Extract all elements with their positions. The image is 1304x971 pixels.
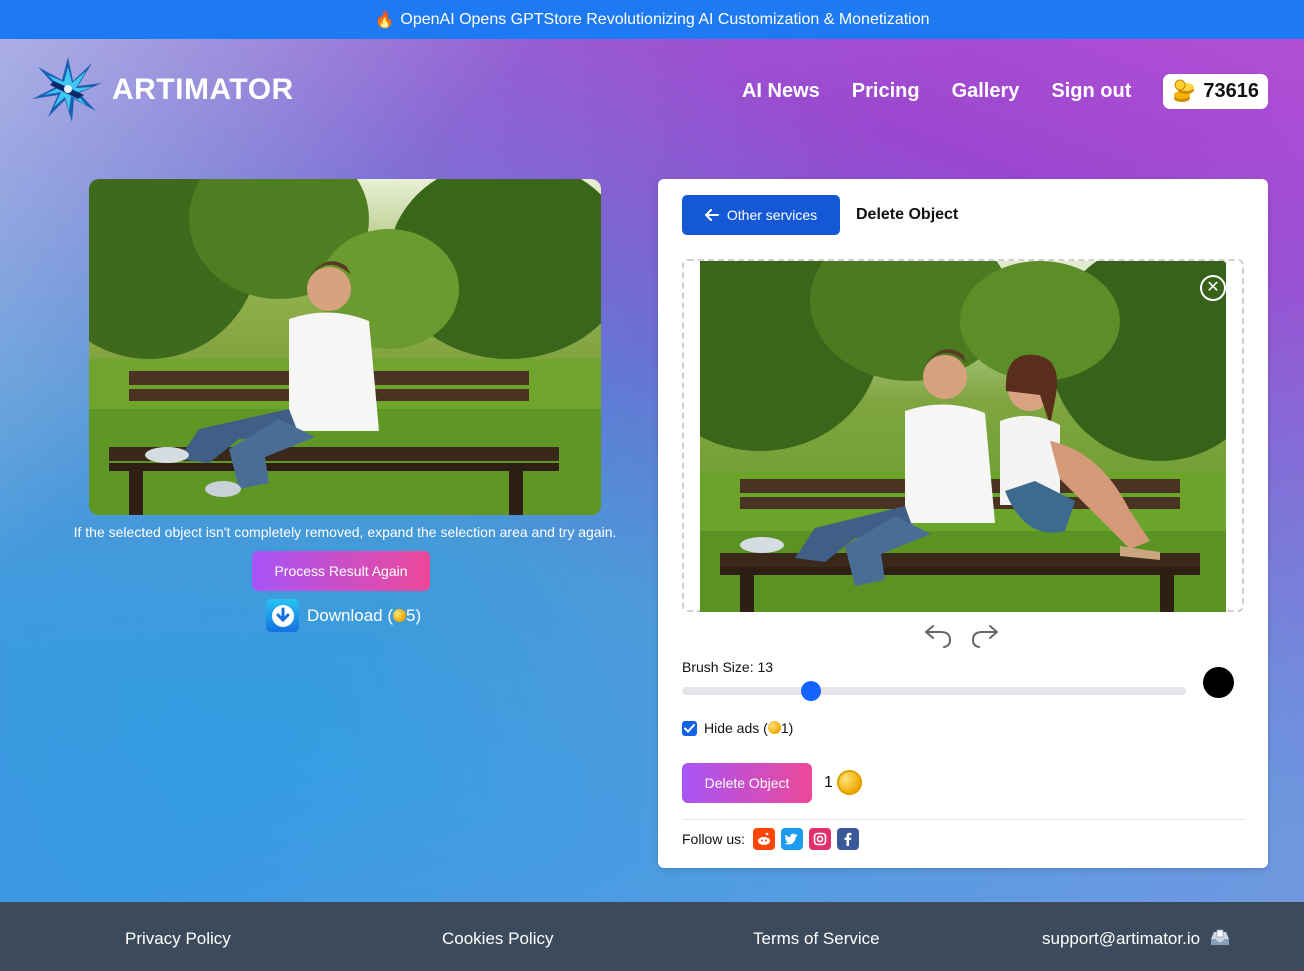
delete-cost-value: 1: [824, 773, 833, 791]
privacy-policy-link[interactable]: Privacy Policy: [125, 929, 231, 949]
footer: Privacy Policy Cookies Policy Terms of S…: [0, 902, 1304, 971]
editor-title: Delete Object: [856, 206, 959, 223]
editor-card: Other services Delete Object ✕ Brush Siz…: [658, 179, 1268, 868]
nav-gallery[interactable]: Gallery: [952, 73, 1020, 109]
other-services-button[interactable]: Other services: [682, 195, 840, 235]
logo-burst-icon: [32, 57, 102, 122]
coin-icon: [393, 608, 406, 622]
redo-icon[interactable]: [970, 620, 1000, 648]
result-photo: [89, 179, 601, 515]
divider: [682, 819, 1244, 820]
hide-ads-label: Hide ads (: [704, 720, 768, 736]
result-hint: If the selected object isn't completely …: [73, 524, 617, 540]
coin-balance[interactable]: 73616: [1163, 73, 1268, 109]
edit-canvas[interactable]: [700, 261, 1226, 612]
fire-icon: 🔥: [374, 11, 395, 29]
nav-pricing[interactable]: Pricing: [852, 73, 920, 109]
image-dropzone[interactable]: ✕: [682, 259, 1244, 612]
hide-ads-option[interactable]: Hide ads ( 1): [682, 720, 793, 736]
hide-ads-checkbox[interactable]: [682, 720, 697, 736]
terms-of-service-link[interactable]: Terms of Service: [753, 929, 880, 949]
brush-size-slider[interactable]: [682, 687, 1186, 695]
coins-icon: [1174, 79, 1195, 102]
announcement-bar[interactable]: 🔥 OpenAI Opens GPTStore Revolutionizing …: [0, 0, 1304, 39]
brush-size-slider-thumb[interactable]: [801, 681, 821, 701]
result-image[interactable]: [89, 179, 601, 515]
twitter-icon[interactable]: [781, 828, 804, 850]
download-suffix: ): [415, 605, 422, 625]
follow-label: Follow us:: [682, 831, 746, 847]
logo[interactable]: ARTIMATOR: [30, 55, 294, 123]
coin-balance-value: 73616: [1203, 79, 1259, 102]
nav-sign-out[interactable]: Sign out: [1051, 73, 1131, 109]
arrow-left-icon: [704, 209, 719, 221]
other-services-label: Other services: [726, 207, 818, 223]
download-button[interactable]: Download (5): [266, 599, 421, 632]
hide-ads-cost: 1: [780, 720, 789, 736]
coin-icon: [767, 721, 781, 734]
hide-ads-suffix: ): [788, 720, 794, 736]
logo-text: ARTIMATOR: [112, 73, 294, 106]
facebook-icon[interactable]: [837, 828, 860, 850]
download-label: Download (: [307, 605, 393, 625]
nav-ai-news[interactable]: AI News: [742, 73, 820, 109]
instagram-icon[interactable]: [809, 828, 832, 850]
support-email-link[interactable]: support@artimator.io: [1042, 929, 1231, 949]
delete-object-button[interactable]: Delete Object: [682, 763, 812, 803]
coin-icon: [836, 770, 862, 795]
delete-cost: 1: [824, 770, 862, 795]
download-arrow-icon: [266, 599, 299, 632]
edit-photo: [700, 261, 1226, 612]
cookies-policy-link[interactable]: Cookies Policy: [442, 929, 554, 949]
process-again-button[interactable]: Process Result Again: [252, 551, 430, 591]
main-nav: AI News Pricing Gallery Sign out 73616: [742, 73, 1268, 109]
reddit-icon[interactable]: [753, 828, 776, 850]
brush-size-label: Brush Size: 13: [682, 659, 774, 675]
follow-us: Follow us:: [682, 828, 860, 850]
close-icon[interactable]: ✕: [1200, 275, 1226, 301]
support-email: support@artimator.io: [1042, 929, 1201, 948]
announcement-text[interactable]: OpenAI Opens GPTStore Revolutionizing AI…: [400, 11, 929, 29]
undo-icon[interactable]: [923, 620, 953, 648]
brush-preview: [1203, 667, 1234, 698]
inbox-tray-icon: [1210, 929, 1229, 945]
